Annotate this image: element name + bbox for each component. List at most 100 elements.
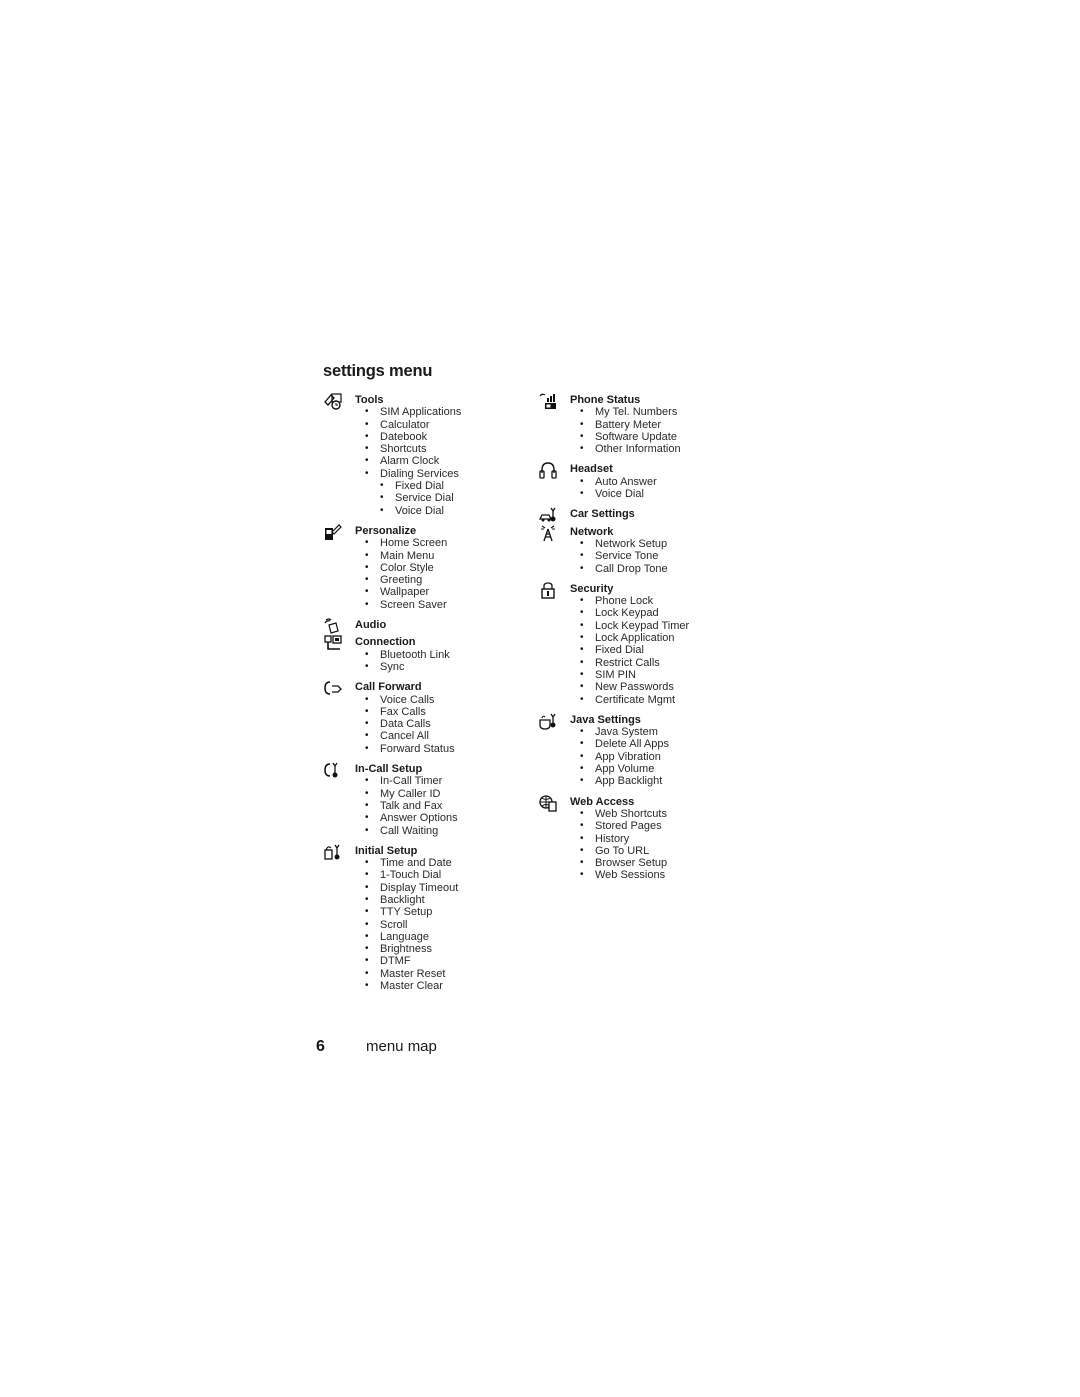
menu-item: Color Style [365, 562, 523, 575]
menu-item: Lock Keypad [580, 607, 738, 620]
connection-icon [323, 634, 343, 652]
call-forward-icon [323, 679, 343, 697]
menu-item: SIM Applications [365, 406, 523, 419]
in-call-setup-icon [323, 761, 343, 779]
menu-item: Talk and Fax [365, 800, 523, 813]
menu-item: Fax Calls [365, 706, 523, 719]
section-items: Bluetooth LinkSync [355, 649, 523, 674]
menu-item-label: Datebook [380, 430, 428, 443]
section-items: Phone LockLock KeypadLock Keypad TimerLo… [570, 595, 738, 706]
menu-item: 1-Touch Dial [365, 869, 523, 882]
submenu-item: Service Dial [380, 492, 523, 505]
section-items: Java SystemDelete All AppsApp VibrationA… [570, 726, 738, 788]
menu-item: Call Waiting [365, 825, 523, 838]
menu-section: Phone StatusMy Tel. NumbersBattery Meter… [538, 392, 738, 456]
menu-item: Dialing Services [365, 467, 523, 481]
menu-item: App Volume [580, 763, 738, 776]
menu-item: Software Update [580, 431, 738, 444]
section-items: SIM ApplicationsCalculatorDatebookShortc… [355, 406, 523, 517]
menu-item: Master Reset [365, 968, 523, 981]
submenu-container: Fixed DialService DialVoice Dial [365, 480, 523, 517]
menu-item: Voice Calls [365, 694, 523, 707]
menu-item: Phone Lock [580, 595, 738, 608]
menu-item-label: Shortcuts [380, 443, 427, 456]
menu-item: Forward Status [365, 743, 523, 756]
menu-section: ToolsSIM ApplicationsCalculatorDatebookS… [323, 393, 523, 517]
menu-item: App Backlight [580, 775, 738, 788]
menu-item: Battery Meter [580, 419, 738, 432]
menu-section: Call ForwardVoice CallsFax CallsData Cal… [323, 681, 523, 755]
phone-status-icon [538, 392, 558, 410]
right-column: Phone StatusMy Tel. NumbersBattery Meter… [538, 392, 738, 890]
menu-item-label: Alarm Clock [380, 455, 440, 468]
menu-item: Restrict Calls [580, 657, 738, 670]
menu-section: PersonalizeHome ScreenMain MenuColor Sty… [323, 523, 523, 611]
menu-item: In-Call Timer [365, 775, 523, 788]
menu-section: HeadsetAuto AnswerVoice Dial [538, 461, 738, 501]
menu-item: Go To URL [580, 845, 738, 858]
menu-section: SecurityPhone LockLock KeypadLock Keypad… [538, 581, 738, 706]
menu-section: ConnectionBluetooth LinkSync [323, 634, 523, 674]
menu-section: Web AccessWeb ShortcutsStored PagesHisto… [538, 794, 738, 882]
menu-item: Greeting [365, 574, 523, 587]
menu-section: Java SettingsJava SystemDelete All AppsA… [538, 712, 738, 788]
submenu-item: Voice Dial [380, 505, 523, 518]
section-items: Network SetupService ToneCall Drop Tone [570, 538, 738, 575]
menu-item-label: Dialing Services [380, 467, 459, 480]
menu-item: Datebook [365, 430, 523, 444]
section-heading: Car Settings [570, 508, 635, 521]
headset-icon [538, 461, 558, 480]
menu-section: Audio [323, 618, 523, 634]
network-icon [538, 524, 558, 542]
menu-item: Language [365, 931, 523, 944]
menu-item: Alarm Clock [365, 455, 523, 468]
menu-item: SIM PIN [580, 669, 738, 682]
section-heading: Web Access [570, 795, 635, 808]
menu-item: Answer Options [365, 812, 523, 825]
menu-item: Java System [580, 726, 738, 739]
menu-item: Time and Date [365, 857, 523, 870]
menu-item: TTY Setup [365, 906, 523, 919]
section-items: Web ShortcutsStored PagesHistoryGo To UR… [570, 808, 738, 882]
menu-item: Certificate Mgmt [580, 694, 738, 707]
menu-item: Auto Answer [580, 476, 738, 489]
section-items: Time and Date1-Touch DialDisplay Timeout… [355, 857, 523, 993]
section-heading: Java Settings [570, 713, 641, 726]
section-items: Home ScreenMain MenuColor StyleGreetingW… [355, 537, 523, 611]
page-number: 6 [316, 1038, 325, 1055]
section-items: Auto AnswerVoice Dial [570, 476, 738, 501]
menu-item: App Vibration [580, 751, 738, 764]
section-heading: Tools [355, 394, 384, 406]
java-settings-icon [538, 712, 558, 730]
menu-item: Delete All Apps [580, 738, 738, 751]
menu-item: Network Setup [580, 538, 738, 551]
menu-item-label: SIM Applications [380, 406, 462, 419]
menu-item: Calculator [365, 418, 523, 432]
menu-section: Initial SetupTime and Date1-Touch DialDi… [323, 844, 523, 993]
menu-item: Cancel All [365, 730, 523, 743]
page-title: settings menu [323, 362, 433, 380]
menu-item: Fixed Dial [580, 644, 738, 657]
menu-item: Master Clear [365, 980, 523, 993]
section-heading: Headset [570, 463, 613, 476]
menu-item: Web Sessions [580, 869, 738, 882]
section-items: Voice CallsFax CallsData CallsCancel All… [355, 694, 523, 756]
menu-item: Voice Dial [580, 488, 738, 501]
section-heading: Initial Setup [355, 844, 418, 857]
menu-item: Brightness [365, 943, 523, 956]
car-settings-icon [538, 506, 558, 524]
personalize-icon [323, 523, 343, 541]
security-icon [538, 581, 558, 599]
menu-item: Stored Pages [580, 820, 738, 833]
section-heading: Network [570, 525, 614, 538]
menu-item-label: Calculator [380, 418, 430, 431]
menu-item: Other Information [580, 443, 738, 456]
menu-item: Backlight [365, 894, 523, 907]
menu-item: My Caller ID [365, 788, 523, 801]
menu-item: Sync [365, 661, 523, 674]
menu-item: Service Tone [580, 550, 738, 563]
section-heading: In-Call Setup [355, 763, 423, 776]
menu-section: Car Settings [538, 508, 738, 522]
menu-item: Screen Saver [365, 599, 523, 612]
menu-item: Scroll [365, 919, 523, 932]
